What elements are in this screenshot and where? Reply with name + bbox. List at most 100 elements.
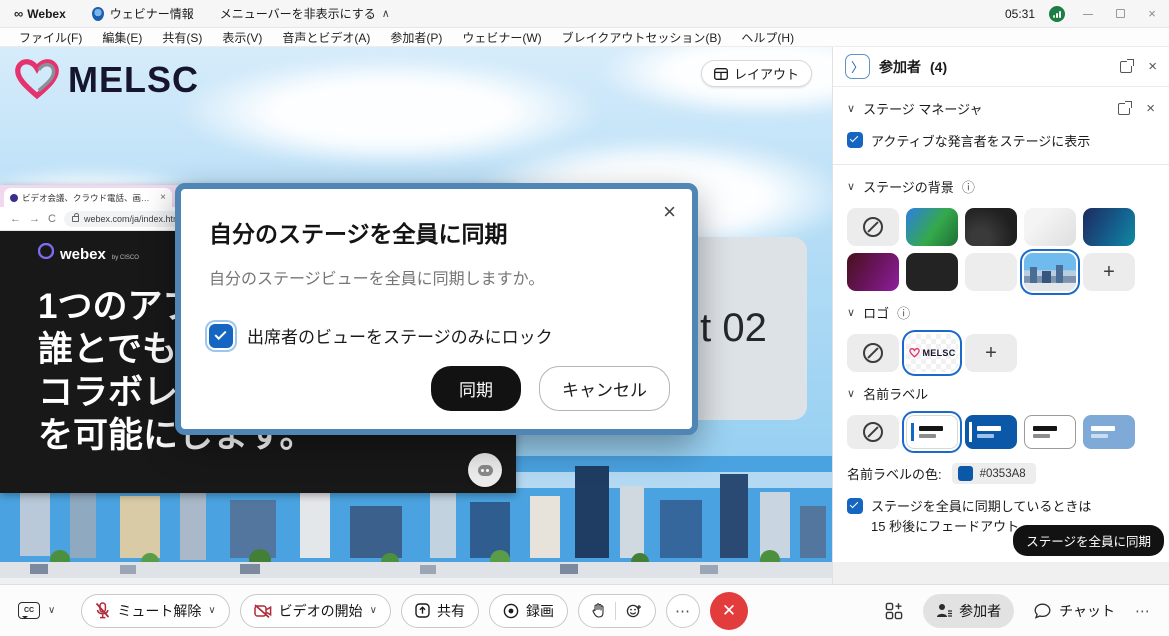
captions-control[interactable]: CC ∨ — [18, 602, 55, 619]
record-label: 録画 — [526, 601, 554, 621]
close-panel-icon[interactable]: × — [1148, 58, 1157, 75]
menu-file[interactable]: ファイル(F) — [10, 28, 91, 47]
color-hex-value: #0353A8 — [980, 468, 1026, 480]
webinar-info-button[interactable]: ウェビナー情報 — [92, 5, 194, 22]
menu-view[interactable]: 表示(V) — [213, 28, 271, 47]
name-label-style-2[interactable] — [965, 415, 1017, 449]
add-background-button[interactable]: + — [1083, 253, 1135, 291]
name-label-none[interactable] — [847, 415, 899, 449]
back-icon[interactable]: ← — [10, 213, 21, 225]
unmute-button[interactable]: ミュート解除 ∨ — [81, 594, 229, 628]
tab-close-icon[interactable]: × — [160, 192, 166, 203]
chat-button[interactable]: チャット — [1034, 601, 1115, 621]
chevron-down-icon: ∨ — [48, 605, 55, 616]
background-swatch-gray[interactable] — [965, 253, 1017, 291]
menu-breakout[interactable]: ブレイクアウトセッション(B) — [553, 28, 731, 47]
camera-slash-icon — [254, 604, 272, 618]
share-button[interactable]: 共有 — [401, 594, 479, 628]
site-subtitle: by CISCO — [112, 255, 139, 261]
popout-icon[interactable] — [1118, 103, 1130, 115]
minimize-button[interactable] — [1079, 6, 1097, 21]
color-swatch-icon — [958, 466, 973, 481]
maximize-button[interactable] — [1111, 6, 1129, 21]
layout-button[interactable]: レイアウト — [701, 60, 812, 87]
webex-site-logo: webex by CISCO — [38, 243, 139, 263]
reactions-smiley-icon[interactable] — [626, 603, 642, 619]
stage-background-section-header[interactable]: ∨ ステージの背景 ⓘ — [833, 165, 1169, 200]
connection-quality-icon[interactable] — [1049, 6, 1065, 22]
name-label-color-picker[interactable]: #0353A8 — [952, 463, 1036, 484]
menu-webinar[interactable]: ウェビナー(W) — [453, 28, 550, 47]
name-label-style-3[interactable] — [1024, 415, 1076, 449]
add-logo-button[interactable]: + — [965, 334, 1017, 372]
sync-button[interactable]: 同期 — [431, 366, 521, 411]
background-swatch-grid: + — [833, 200, 1169, 291]
logo-section-header[interactable]: ∨ ロゴ ⓘ — [833, 291, 1169, 326]
lock-attendee-view-checkbox[interactable] — [209, 324, 233, 348]
participants-button[interactable]: 参加者 — [923, 594, 1014, 628]
menu-share[interactable]: 共有(S) — [153, 28, 211, 47]
stage-logo: MELSC — [14, 59, 199, 101]
forward-icon[interactable]: → — [29, 213, 40, 225]
dialog-body-text: 自分のステージビューを全員に同期しますか。 — [209, 265, 666, 289]
unmute-label: ミュート解除 — [117, 601, 201, 621]
background-swatch-teal-green[interactable] — [906, 208, 958, 246]
stage-manager-title: ステージ マネージャ — [863, 99, 982, 118]
background-swatch-dark[interactable] — [965, 208, 1017, 246]
hide-menubar-button[interactable]: メニューバーを非表示にする ∧ — [220, 5, 390, 22]
info-icon[interactable]: ⓘ — [897, 303, 910, 322]
more-panels-button[interactable]: ⋯ — [1135, 602, 1151, 620]
info-icon[interactable]: ⓘ — [962, 177, 975, 196]
name-label-style-1-selected[interactable] — [906, 415, 958, 449]
menu-edit[interactable]: 編集(E) — [93, 28, 151, 47]
fade-out-label-line1: ステージを全員に同期しているときは — [871, 499, 1091, 514]
close-section-icon[interactable]: × — [1146, 100, 1155, 117]
background-swatch-cityscape-selected[interactable] — [1024, 253, 1076, 291]
participant-count: (4) — [930, 59, 947, 75]
more-options-button[interactable]: ⋯ — [666, 594, 700, 628]
mic-slash-icon — [95, 602, 110, 619]
favicon — [10, 194, 18, 202]
https-lock-icon — [72, 216, 79, 222]
dialog-close-icon[interactable]: × — [663, 201, 676, 223]
logo-swatch-none[interactable] — [847, 334, 899, 372]
raise-hand-icon[interactable] — [592, 603, 605, 618]
name-label-style-4[interactable] — [1083, 415, 1135, 449]
background-swatch-black[interactable] — [906, 253, 958, 291]
reactions-control — [578, 594, 656, 628]
logo-swatch-melsc-selected[interactable]: MELSC — [906, 334, 958, 372]
closed-captions-icon: CC — [18, 602, 40, 619]
start-video-button[interactable]: ビデオの開始 ∨ — [240, 594, 391, 628]
chat-assistant-icon[interactable] — [468, 453, 502, 487]
menu-participants[interactable]: 参加者(P) — [381, 28, 451, 47]
menu-help[interactable]: ヘルプ(H) — [732, 28, 803, 47]
sync-stage-to-all-button[interactable]: ステージを全員に同期 — [1013, 525, 1164, 556]
prohibition-icon — [863, 343, 883, 363]
collapse-panel-button[interactable]: 〉 — [845, 54, 870, 79]
background-swatch-magenta[interactable] — [847, 253, 899, 291]
apps-icon[interactable] — [885, 602, 903, 620]
start-video-label: ビデオの開始 — [279, 601, 363, 621]
app-name: Webex — [27, 7, 65, 21]
popout-icon[interactable] — [1120, 61, 1132, 73]
close-window-button[interactable]: × — [1143, 6, 1161, 21]
sync-stage-dialog: × 自分のステージを全員に同期 自分のステージビューを全員に同期しますか。 出席… — [175, 183, 698, 435]
reload-icon[interactable]: C — [48, 213, 56, 225]
stage-manager-section-header[interactable]: ∨ ステージ マネージャ × — [833, 87, 1169, 122]
plus-icon: + — [1103, 261, 1115, 284]
background-swatch-navy-teal[interactable] — [1083, 208, 1135, 246]
browser-tab[interactable]: ビデオ会議、クラウド電話、画面共有 × — [4, 188, 172, 207]
record-button[interactable]: 録画 — [489, 594, 568, 628]
cancel-button[interactable]: キャンセル — [539, 366, 670, 411]
name-label-section-header[interactable]: ∨ 名前ラベル — [833, 372, 1169, 407]
url-text: webex.com/ja/index.html — [84, 214, 183, 224]
active-speaker-checkbox[interactable] — [847, 132, 863, 148]
participants-label: 参加者 — [959, 601, 1001, 621]
menu-audio-video[interactable]: 音声とビデオ(A) — [273, 28, 379, 47]
fade-out-checkbox[interactable] — [847, 498, 863, 514]
webinar-info-label: ウェビナー情報 — [110, 5, 194, 22]
leave-meeting-button[interactable]: ✕ — [710, 592, 748, 630]
lock-attendee-view-label: 出席者のビューをステージのみにロック — [247, 323, 553, 348]
background-swatch-none[interactable] — [847, 208, 899, 246]
background-swatch-light[interactable] — [1024, 208, 1076, 246]
